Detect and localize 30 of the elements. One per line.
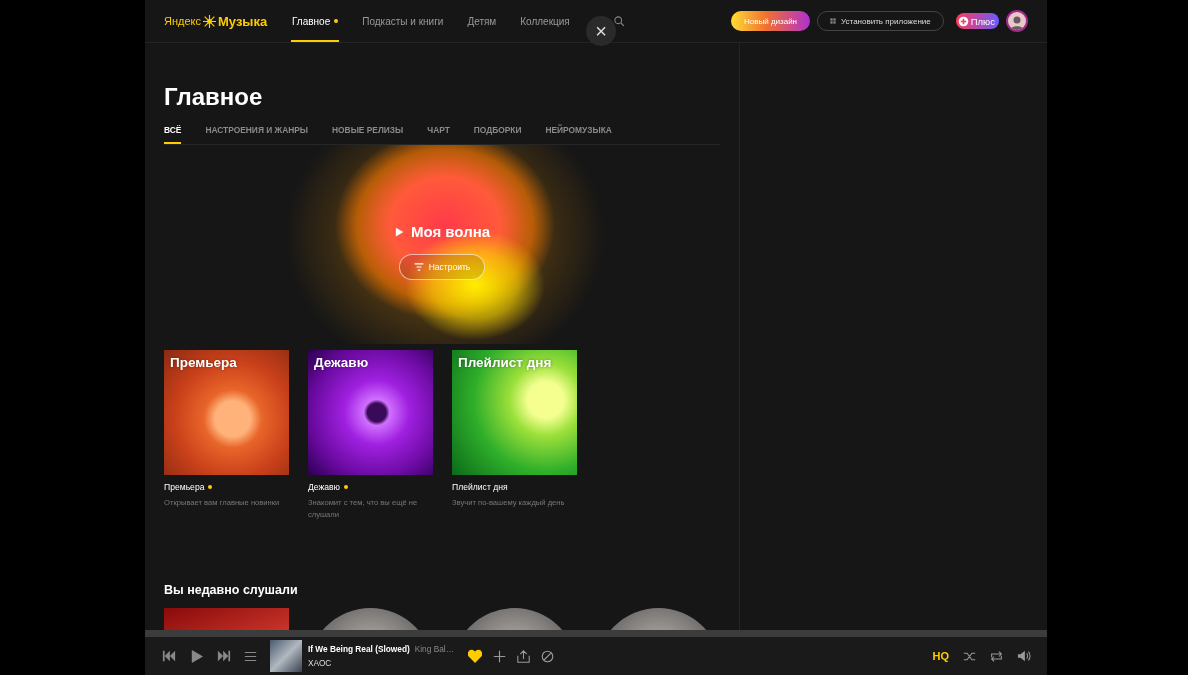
playlist-name[interactable]: Плейлист дня [452, 482, 508, 492]
nav-tab[interactable]: Детям [466, 0, 498, 42]
category-tab[interactable]: ЧАРТ [427, 125, 450, 144]
logo-brand: Яндекс [164, 15, 201, 27]
nav-tab[interactable]: Главное [291, 0, 340, 42]
track-artist[interactable]: King Bal… [414, 644, 454, 654]
logo-product: Музыка [218, 13, 268, 29]
cover-title: Плейлист дня [458, 354, 553, 371]
nav-tab[interactable]: Коллекция [519, 0, 571, 42]
cover-title: Дежавю [314, 354, 370, 371]
nav-tab[interactable]: Подкасты и книги [361, 0, 445, 42]
category-tab[interactable]: НАСТРОЕНИЯ И ЖАНРЫ [205, 125, 309, 144]
section-title: Вы недавно слушали [164, 583, 299, 597]
close-button[interactable]: × [586, 16, 616, 46]
category-tab[interactable]: НОВЫЕ РЕЛИЗЫ [332, 125, 404, 144]
category-tab[interactable]: ПОДБОРКИ [473, 125, 522, 144]
track-album[interactable]: ХАОС [308, 658, 448, 668]
playlist-cover[interactable]: Дежавю [308, 350, 433, 475]
track-title[interactable]: If We Being Real (Slowed) [308, 644, 410, 654]
category-tab[interactable]: НЕЙРОМУЗЫКА [545, 125, 612, 144]
playlist-name[interactable]: Дежавю [308, 482, 341, 492]
page-title: Главное [164, 83, 264, 112]
plus-badge[interactable]: Плюс [955, 13, 999, 29]
wave-title[interactable]: Моя волна [410, 223, 491, 240]
cover-title: Премьера [170, 354, 238, 371]
quality-button[interactable]: HQ [932, 650, 949, 662]
new-design-button[interactable]: Новый дизайн [730, 11, 811, 31]
playlist-name[interactable]: Премьера [164, 482, 205, 492]
playlist-cover[interactable]: Премьера [164, 350, 289, 475]
category-tab[interactable]: ВСЁ [164, 125, 182, 144]
